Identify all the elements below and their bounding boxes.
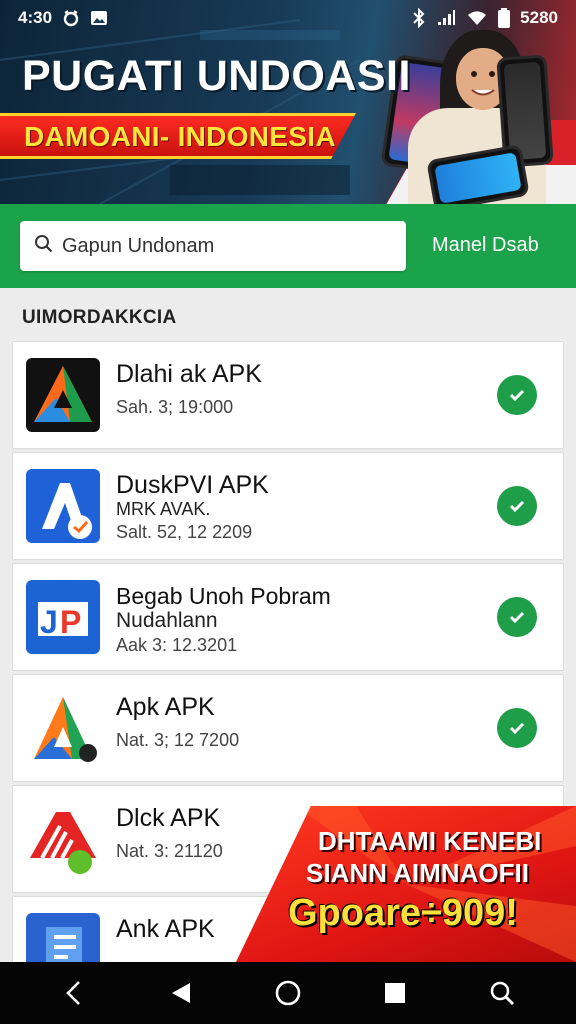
search-placeholder: Gapun Undonam bbox=[62, 234, 215, 257]
promo-line-3: Gpoare÷909! bbox=[288, 892, 518, 934]
red-stripes-logo-icon bbox=[26, 802, 100, 876]
installed-check-icon[interactable] bbox=[497, 597, 537, 637]
promo-line-1: DHTAAMI KENEBI bbox=[318, 826, 542, 856]
status-left: 4:30 bbox=[18, 8, 108, 28]
promo-line-2: SIANN AIMNAOFII bbox=[306, 858, 529, 888]
search-icon[interactable] bbox=[482, 973, 522, 1013]
installed-check-icon[interactable] bbox=[497, 375, 537, 415]
app-meta: Salt. 52, 12 2209 bbox=[116, 522, 253, 542]
battery-text: 5280 bbox=[520, 8, 558, 27]
banner-ribbon-text: DAMOANI- INDONESIA bbox=[24, 121, 336, 152]
app-name: DuskPVI APK bbox=[116, 471, 269, 499]
a-triangle-logo-icon bbox=[26, 691, 100, 765]
app-subtitle: Nudahlann bbox=[116, 609, 218, 632]
app-meta: Nat. 3; 12 7200 bbox=[116, 730, 240, 750]
alarm-icon bbox=[62, 9, 80, 27]
svg-text:P: P bbox=[60, 604, 81, 640]
app-text: DuskPVI APK MRK AVAK. Salt. 52, 12 2209 bbox=[116, 471, 476, 545]
signal-icon bbox=[436, 9, 456, 27]
app-text: Begab Unoh Pobram Nudahlann Aak 3: 12.32… bbox=[116, 582, 476, 658]
search-icon bbox=[34, 234, 54, 259]
list-item[interactable]: J P Begab Unoh Pobram Nudahlann Aak 3: 1… bbox=[12, 563, 564, 671]
a-blue-logo-icon bbox=[26, 469, 100, 543]
app-meta: Sah. 3; 19:000 bbox=[116, 397, 234, 417]
app-name: Dlahi ak APK bbox=[116, 360, 262, 388]
home-icon[interactable] bbox=[268, 973, 308, 1013]
app-name: Apk APK bbox=[116, 693, 215, 721]
jp-logo-icon: J P bbox=[26, 580, 100, 654]
navigation-bar bbox=[0, 962, 576, 1024]
app-meta: Aak 3: 12.3201 bbox=[116, 635, 238, 655]
status-time: 4:30 bbox=[18, 8, 53, 27]
installed-check-icon[interactable] bbox=[497, 708, 537, 748]
banner-ribbon: DAMOANI- INDONESIA bbox=[0, 113, 356, 159]
list-item[interactable]: Apk APK Nat. 3; 12 7200 bbox=[12, 674, 564, 782]
section-title: UIMORDAKKCIA bbox=[22, 307, 177, 328]
wifi-icon bbox=[466, 9, 488, 27]
list-item[interactable]: DuskPVI APK MRK AVAK. Salt. 52, 12 2209 bbox=[12, 452, 564, 560]
image-icon bbox=[90, 9, 108, 27]
list-item[interactable]: Dlahi ak APK Sah. 3; 19:000 bbox=[12, 341, 564, 449]
search-strip: Gapun Undonam Manel Dsab bbox=[0, 204, 576, 288]
app-name: Begab Unoh Pobram bbox=[116, 583, 331, 609]
search-action-button[interactable]: Manel Dsab bbox=[432, 234, 539, 257]
svg-text:J: J bbox=[40, 604, 58, 640]
triangle-back-icon[interactable] bbox=[161, 973, 201, 1013]
app-text: Dlahi ak APK Sah. 3; 19:000 bbox=[116, 360, 476, 420]
recents-icon[interactable] bbox=[375, 973, 415, 1013]
search-input[interactable]: Gapun Undonam bbox=[20, 221, 406, 271]
bluetooth-icon bbox=[412, 8, 426, 28]
banner-title: PUGATI UNDOASII bbox=[22, 52, 411, 100]
installed-check-icon[interactable] bbox=[497, 486, 537, 526]
status-bar: 4:30 5280 bbox=[0, 0, 576, 36]
app-subtitle: MRK AVAK. bbox=[116, 499, 211, 519]
status-right: 5280 bbox=[412, 8, 558, 28]
a-logo-icon bbox=[26, 358, 100, 432]
app-text: Apk APK Nat. 3; 12 7200 bbox=[116, 693, 476, 753]
battery-icon bbox=[498, 8, 511, 28]
back-icon[interactable] bbox=[54, 973, 94, 1013]
